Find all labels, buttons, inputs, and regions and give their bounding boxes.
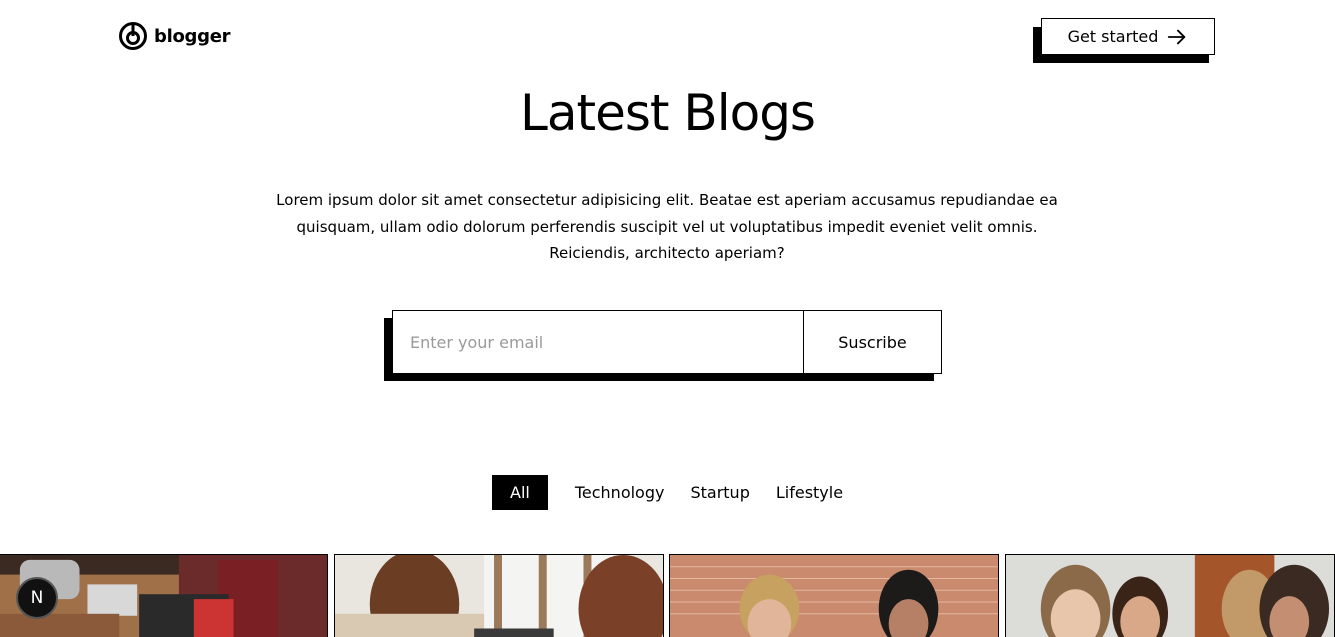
- logo-text: blogger: [154, 25, 231, 47]
- nextjs-icon: N: [30, 588, 44, 608]
- email-input[interactable]: [393, 311, 803, 373]
- tab-all[interactable]: All: [492, 475, 548, 510]
- blog-card[interactable]: [1005, 554, 1335, 637]
- nextjs-dev-badge[interactable]: N: [16, 577, 58, 619]
- hero-description: Lorem ipsum dolor sit amet consectetur a…: [276, 191, 1058, 262]
- card-image: [1006, 555, 1334, 637]
- arrow-right-icon: [1168, 29, 1186, 44]
- blog-card-grid: [0, 554, 1335, 637]
- get-started-label: Get started: [1067, 27, 1159, 46]
- page-title: Latest Blogs: [520, 84, 816, 142]
- page: blogger Get started Latest Blogs Lorem i…: [0, 0, 1335, 637]
- category-tabs: All Technology Startup Lifestyle: [492, 475, 856, 510]
- card-image: [670, 555, 998, 637]
- get-started-button[interactable]: Get started: [1041, 18, 1215, 55]
- tab-technology[interactable]: Technology: [562, 475, 678, 510]
- tab-lifestyle[interactable]: Lifestyle: [763, 475, 856, 510]
- card-image: [335, 555, 663, 637]
- blogger-logo-icon: [118, 21, 148, 51]
- subscribe-button[interactable]: Suscribe: [803, 311, 941, 373]
- tab-startup[interactable]: Startup: [677, 475, 762, 510]
- subscribe-form: Suscribe: [392, 310, 942, 374]
- logo[interactable]: blogger: [118, 21, 230, 51]
- blog-card[interactable]: [669, 554, 999, 637]
- blog-card[interactable]: [334, 554, 664, 637]
